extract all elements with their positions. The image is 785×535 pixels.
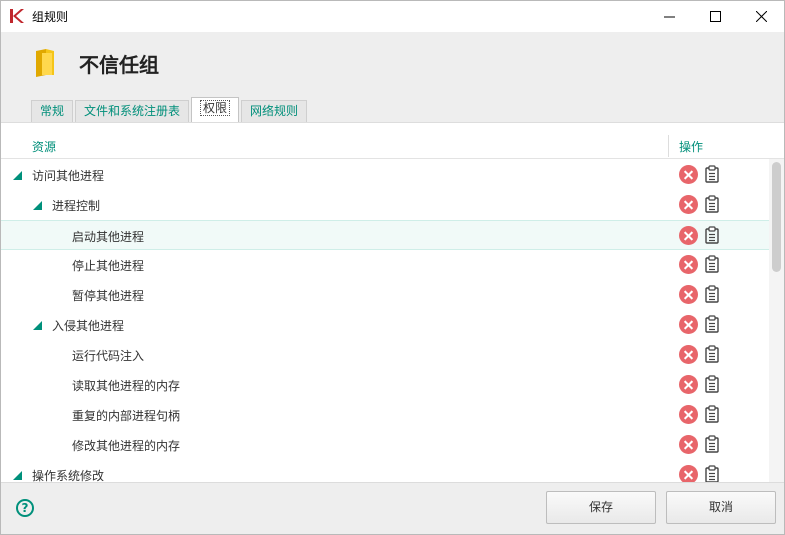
deny-icon[interactable] [679,345,698,364]
clipboard-log-icon[interactable] [705,465,719,483]
tab-files-registry[interactable]: 文件和系统注册表 [75,100,190,122]
group-name-title: 不信任组 [79,53,159,77]
table-row[interactable]: 操作系统修改 [1,460,769,483]
minimize-icon [663,16,675,18]
deny-icon[interactable] [679,195,698,214]
column-header-action[interactable]: 操作 [679,138,703,155]
clipboard-log-icon[interactable] [705,195,719,213]
table-row[interactable]: 运行代码注入 [1,340,769,370]
save-button[interactable]: 保存 [546,491,656,524]
group-header: 不信任组 常规 文件和系统注册表 权限 网络规则 [1,32,784,122]
table-row[interactable]: 进程控制 [1,190,769,220]
tab-label: 常规 [40,104,65,118]
table-row[interactable]: 读取其他进程的内存 [1,370,769,400]
folder-icon [36,49,54,77]
table-row[interactable]: 停止其他进程 [1,250,769,280]
deny-icon[interactable] [679,465,698,483]
row-label: 访问其他进程 [32,169,105,183]
group-rules-window: 组规则 不信任组 常规 文件和系统注册表 权限 网络规则 资源 操作 访问其他进… [0,0,785,535]
expand-triangle-icon[interactable] [13,171,22,180]
close-button[interactable] [738,1,784,32]
table-row[interactable]: 启动其他进程 [1,220,769,250]
minimize-button[interactable] [646,1,692,32]
deny-icon[interactable] [679,226,698,245]
scrollbar-thumb[interactable] [772,162,781,272]
table-header: 资源 操作 [1,123,784,159]
cancel-button[interactable]: 取消 [666,491,776,524]
kaspersky-logo-icon [10,9,24,23]
clipboard-log-icon[interactable] [705,255,719,273]
tab-label: 网络规则 [250,104,299,118]
table-body: 访问其他进程进程控制启动其他进程 停止其他进程 暂停其他进程入侵其他进程运行代码注入… [1,160,769,483]
expand-triangle-icon[interactable] [33,321,42,330]
clipboard-log-icon[interactable] [705,435,719,453]
column-divider [668,135,669,157]
title-bar: 组规则 [1,1,784,32]
deny-icon[interactable] [679,375,698,394]
row-label: 读取其他进程的内存 [72,379,181,393]
deny-icon[interactable] [679,255,698,274]
deny-icon[interactable] [679,435,698,454]
permissions-table: 资源 操作 访问其他进程进程控制启动其他进程 停止其他进程 暂停其他进程入侵其他进程… [1,122,784,483]
deny-icon[interactable] [679,285,698,304]
clipboard-log-icon[interactable] [705,226,719,244]
row-label: 修改其他进程的内存 [72,439,181,453]
row-label: 入侵其他进程 [52,319,125,333]
tab-bar: 常规 文件和系统注册表 权限 网络规则 [31,97,309,122]
vertical-scrollbar[interactable] [769,159,784,483]
table-row[interactable]: 入侵其他进程 [1,310,769,340]
row-label: 重复的内部进程句柄 [72,409,181,423]
expand-triangle-icon[interactable] [33,201,42,210]
tab-label: 权限 [200,100,231,116]
tab-permissions[interactable]: 权限 [191,97,240,122]
clipboard-log-icon[interactable] [705,405,719,423]
row-label: 进程控制 [52,199,101,213]
column-header-resource[interactable]: 资源 [32,138,56,155]
close-icon [755,11,767,22]
help-icon[interactable]: ? [16,499,34,517]
row-label: 操作系统修改 [32,469,105,483]
expand-triangle-icon[interactable] [13,471,22,480]
clipboard-log-icon[interactable] [705,165,719,183]
table-row[interactable]: 访问其他进程 [1,160,769,190]
window-title: 组规则 [32,10,69,24]
tab-label: 文件和系统注册表 [84,104,181,118]
row-label: 停止其他进程 [72,259,145,273]
table-row[interactable]: 暂停其他进程 [1,280,769,310]
row-label: 暂停其他进程 [72,289,145,303]
deny-icon[interactable] [679,405,698,424]
row-label: 启动其他进程 [72,230,145,244]
table-row[interactable]: 重复的内部进程句柄 [1,400,769,430]
maximize-icon [709,11,721,22]
deny-icon[interactable] [679,315,698,334]
clipboard-log-icon[interactable] [705,345,719,363]
tab-general[interactable]: 常规 [31,100,74,122]
row-label: 运行代码注入 [72,349,145,363]
tab-network-rules[interactable]: 网络规则 [241,100,308,122]
clipboard-log-icon[interactable] [705,285,719,303]
clipboard-log-icon[interactable] [705,315,719,333]
table-row[interactable]: 修改其他进程的内存 [1,430,769,460]
maximize-button[interactable] [692,1,738,32]
footer-bar: ? 保存 取消 [1,482,784,534]
clipboard-log-icon[interactable] [705,375,719,393]
deny-icon[interactable] [679,165,698,184]
